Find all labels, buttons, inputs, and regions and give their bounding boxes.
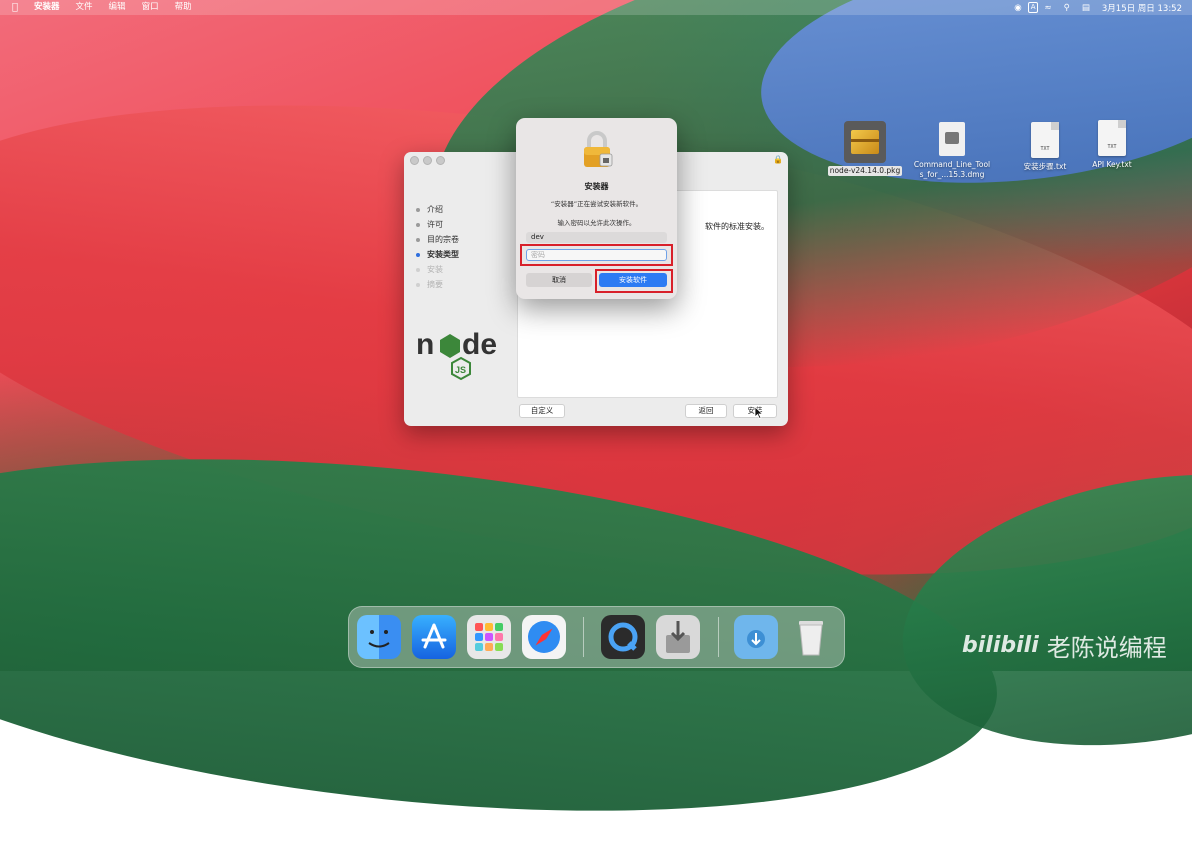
dialog-hint: 输入密码以允许此次操作。: [557, 219, 636, 227]
desktop-file-label: 安装步骤.txt: [1023, 162, 1067, 171]
highlight-box: [520, 244, 673, 266]
close-button[interactable]: [410, 155, 419, 165]
desktop-file[interactable]: Command_Line_Tools_for_...15.3.dmg: [912, 122, 992, 180]
dock-separator: [718, 617, 719, 657]
svg-text:n: n: [416, 328, 434, 361]
desktop-file-label: API Key.txt: [1092, 160, 1132, 169]
desktop-file-label: node-v24.14.0.pkg: [827, 166, 903, 176]
menu-edit[interactable]: 编辑: [101, 0, 134, 15]
zoom-button[interactable]: [436, 155, 445, 165]
back-button[interactable]: 返回: [685, 404, 727, 418]
step-summary: 摘要: [416, 277, 459, 292]
customize-button[interactable]: 自定义: [519, 404, 565, 418]
dock-separator: [583, 617, 584, 657]
text-file-icon: TXT: [1031, 122, 1059, 158]
step-destination: 目的宗卷: [416, 232, 459, 247]
bilibili-logo: bilibili: [962, 633, 1039, 658]
step-intro: 介绍: [416, 202, 459, 217]
lock-icon: 🔒: [773, 155, 783, 164]
package-icon: [844, 121, 886, 163]
cancel-button[interactable]: 取消: [526, 273, 592, 287]
input-method-icon[interactable]: A: [1027, 2, 1039, 13]
auth-dialog: 安装器 “安装器”正在尝试安装新软件。 输入密码以允许此次操作。 dev 密码 …: [516, 118, 677, 299]
svg-text:JS: JS: [455, 365, 466, 375]
app-store-icon[interactable]: [412, 615, 456, 659]
menu-help[interactable]: 帮助: [167, 0, 200, 15]
step-install: 安装: [416, 262, 459, 277]
dialog-message: “安装器”正在尝试安装新软件。: [550, 200, 643, 208]
dock: [348, 606, 845, 668]
spotlight-search-icon[interactable]: ⚲: [1058, 3, 1076, 13]
svg-text:de: de: [462, 328, 497, 361]
lock-icon: [584, 131, 613, 167]
highlight-box: [595, 269, 673, 293]
finder-icon[interactable]: [357, 615, 401, 659]
desktop-file[interactable]: node-v24.14.0.pkg: [825, 121, 905, 176]
text-file-icon: TXT: [1098, 120, 1126, 156]
desktop-file-label: Command_Line_Tools_for_...15.3.dmg: [913, 160, 991, 179]
apple-menu-icon[interactable]: : [0, 0, 26, 15]
quicktime-icon[interactable]: [601, 615, 645, 659]
menu-clock[interactable]: 3月15日 周日 13:52: [1096, 2, 1192, 14]
installer-icon[interactable]: [656, 615, 700, 659]
app-menu[interactable]: 安装器: [26, 0, 68, 15]
trash-icon[interactable]: [789, 615, 833, 659]
disk-image-icon: [939, 122, 965, 156]
installer-steps: 介绍 许可 目的宗卷 安装类型 安装 摘要: [416, 202, 459, 292]
step-license: 许可: [416, 217, 459, 232]
dialog-title: 安装器: [584, 182, 609, 191]
desktop-file[interactable]: TXT API Key.txt: [1072, 120, 1152, 170]
control-center-icon[interactable]: ▤: [1076, 3, 1096, 13]
safari-icon[interactable]: [522, 615, 566, 659]
status-area: ◉ A ≈ ⚲ ▤ 3月15日 周日 13:52: [1008, 2, 1192, 14]
menu-window[interactable]: 窗口: [134, 0, 167, 15]
launchpad-icon[interactable]: [467, 615, 511, 659]
minimize-button[interactable]: [423, 155, 432, 165]
menu-file[interactable]: 文件: [68, 0, 101, 15]
watermark-author: 老陈说编程: [1046, 634, 1167, 662]
menu-bar:  安装器 文件 编辑 窗口 帮助 ◉ A ≈ ⚲ ▤ 3月15日 周日 13:…: [0, 0, 1192, 15]
install-description: 软件的标准安装。: [705, 222, 769, 231]
nodejs-logo: n de JS: [416, 328, 497, 381]
step-install-type: 安装类型: [416, 247, 459, 262]
downloads-folder-icon[interactable]: [734, 615, 778, 659]
video-watermark: bilibili 老陈说编程: [962, 628, 1167, 663]
username-field[interactable]: dev: [526, 232, 667, 243]
screen-record-icon[interactable]: ◉: [1008, 3, 1027, 13]
wifi-icon[interactable]: ≈: [1038, 3, 1057, 13]
mouse-cursor-icon: [755, 407, 763, 419]
